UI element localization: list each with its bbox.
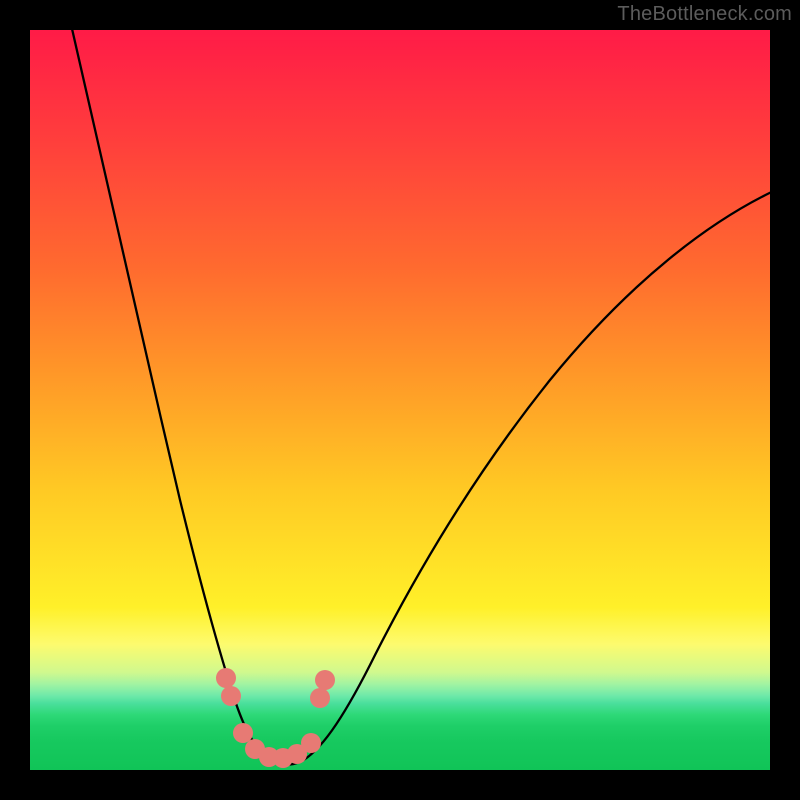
marker-dot [310,688,330,708]
plot-area [30,30,770,770]
chart-frame: TheBottleneck.com [0,0,800,800]
marker-dot [233,723,253,743]
bottleneck-curve [70,30,770,765]
curve-layer [30,30,770,770]
optimal-markers [216,668,335,768]
marker-dot [315,670,335,690]
marker-dot [301,733,321,753]
marker-dot [216,668,236,688]
attribution-label: TheBottleneck.com [617,3,792,26]
marker-dot [221,686,241,706]
